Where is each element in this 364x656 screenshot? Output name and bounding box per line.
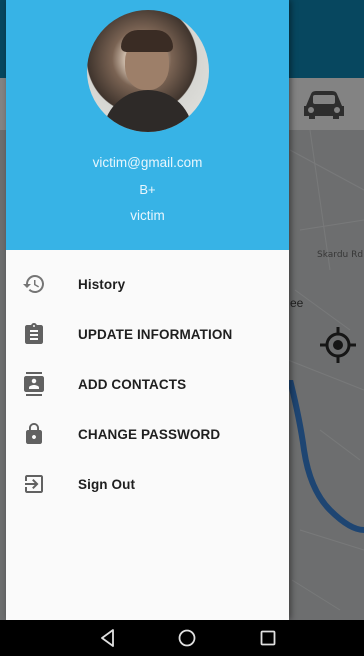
system-navigation-bar	[0, 620, 364, 656]
menu-item-label: History	[78, 277, 126, 292]
profile-avatar[interactable]	[87, 10, 209, 132]
user-blood-group: B+	[139, 182, 156, 197]
recents-icon[interactable]	[256, 626, 280, 650]
menu-item-label: UPDATE INFORMATION	[78, 327, 233, 342]
contact-card-icon	[24, 372, 44, 396]
user-email: victim@gmail.com	[92, 155, 203, 170]
drawer-header: victim@gmail.com B+ victim	[6, 0, 289, 250]
clipboard-icon	[25, 323, 43, 344]
lock-icon	[26, 423, 42, 444]
menu-item-label: CHANGE PASSWORD	[78, 427, 221, 442]
menu-item-label: ADD CONTACTS	[78, 377, 187, 392]
menu-item-sign-out[interactable]: Sign Out	[6, 458, 289, 508]
menu-item-label: Sign Out	[78, 477, 136, 492]
navigation-drawer: victim@gmail.com B+ victim History UPDAT…	[6, 0, 289, 620]
user-name: victim	[130, 208, 165, 223]
back-icon[interactable]	[96, 626, 120, 650]
menu-item-change-password[interactable]: CHANGE PASSWORD	[6, 408, 289, 458]
home-icon[interactable]	[175, 626, 199, 650]
sign-out-icon	[25, 475, 43, 493]
menu-item-add-contacts[interactable]: ADD CONTACTS	[6, 358, 289, 408]
menu-item-update-information[interactable]: UPDATE INFORMATION	[6, 308, 289, 358]
menu-item-history[interactable]: History	[6, 258, 289, 308]
history-icon	[23, 275, 44, 293]
